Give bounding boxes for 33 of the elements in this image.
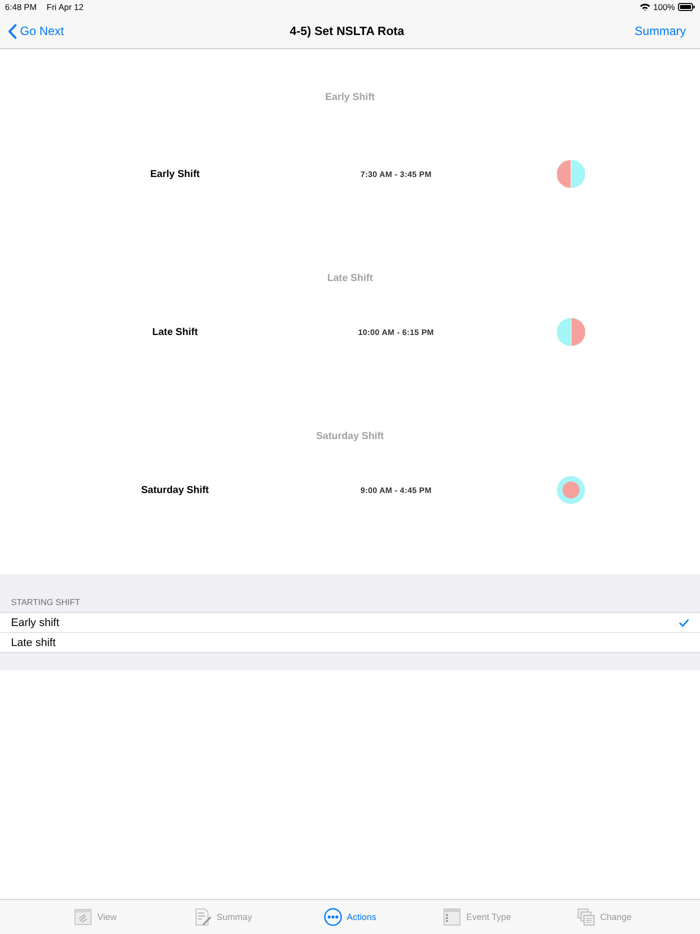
section-header: STARTING SHIFT [11, 596, 80, 608]
document-pencil-icon [194, 908, 212, 926]
status-time: 6:48 PM [5, 2, 37, 12]
tab-item[interactable]: Event Type [414, 900, 541, 934]
shift-name: Late Shift [152, 326, 198, 338]
ringed-circle-icon [557, 476, 585, 504]
tab-item[interactable]: Change [540, 900, 668, 934]
back-chevron-icon [8, 24, 17, 38]
stacked-documents-icon [577, 908, 596, 926]
tab-item[interactable]: View [32, 900, 160, 934]
battery-percentage: 100% [653, 2, 675, 12]
checkmark-icon [679, 618, 689, 626]
screen-title: 4-5) Set NSLTA Rota [290, 24, 404, 38]
more-icon [324, 908, 342, 926]
shift-hours: 10:00 AM - 6:15 PM [358, 328, 434, 336]
split-circle-icon [557, 318, 585, 346]
shift-hours: 9:00 AM - 4:45 PM [360, 486, 432, 494]
shift-name: Saturday Shift [141, 484, 209, 496]
tab-item[interactable]: Actions [286, 900, 414, 934]
section-header: Saturday Shift [316, 430, 384, 444]
section-header: Late Shift [327, 272, 373, 286]
split-circle-icon [557, 160, 585, 188]
document-icon [74, 908, 92, 926]
back-button[interactable]: Go Next [8, 24, 64, 38]
shift-name: Early Shift [150, 168, 200, 180]
wifi-icon [640, 3, 650, 11]
section-header: Early Shift [325, 91, 375, 105]
shift-hours: 7:30 AM - 3:45 PM [360, 170, 432, 178]
tab-item[interactable]: Summay [159, 900, 286, 934]
summary-button[interactable]: Summary [634, 24, 686, 38]
battery-icon [678, 3, 695, 11]
status-date: Fri Apr 12 [46, 2, 84, 12]
list-icon [443, 908, 462, 926]
